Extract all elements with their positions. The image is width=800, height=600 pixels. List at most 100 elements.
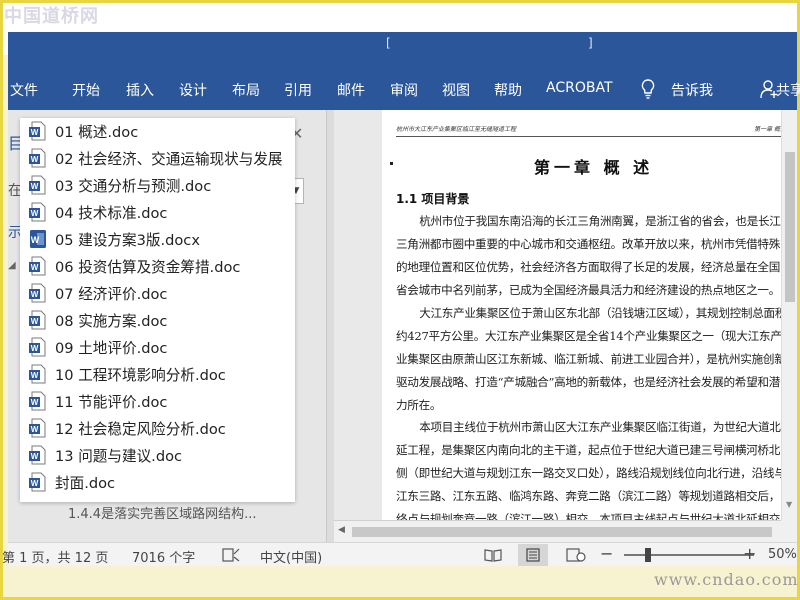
file-name: 08 实施方案.doc (55, 313, 168, 330)
running-header-right: 第一章 概述 (754, 126, 781, 133)
svg-text:W: W (31, 290, 39, 299)
word-doc-icon: W (29, 148, 46, 168)
proofing-icon[interactable] (222, 548, 240, 562)
file-name: 03 交通分析与预测.doc (55, 178, 212, 195)
file-name: 10 工程环境影响分析.doc (55, 367, 226, 384)
read-mode-icon[interactable] (484, 548, 502, 562)
zoom-in-button[interactable]: + (743, 544, 756, 563)
scroll-down-icon[interactable]: ▼ (786, 500, 792, 509)
file-name: 06 投资估算及资金筹措.doc (55, 259, 241, 276)
running-header: 杭州市大江东产业集聚区临江至无缝隧道工程 第一章 概述 (396, 124, 781, 137)
list-item[interactable]: W 01 概述.doc (20, 118, 295, 145)
list-item[interactable]: W 06 投资估算及资金筹措.doc (20, 253, 295, 280)
svg-text:W: W (31, 425, 39, 434)
running-header-left: 杭州市大江东产业集聚区临江至无缝隧道工程 (396, 126, 517, 133)
word-doc-icon: W (29, 175, 46, 195)
svg-text:W: W (31, 398, 39, 407)
lightbulb-icon[interactable] (640, 78, 656, 100)
tab-references[interactable]: 引用 (284, 80, 312, 100)
list-item[interactable]: W 10 工程环境影响分析.doc (20, 361, 295, 388)
word-doc-icon: W (29, 121, 46, 141)
svg-text:W: W (31, 263, 39, 272)
horizontal-scroll-thumb[interactable] (352, 527, 772, 537)
list-item[interactable]: W 04 技术标准.doc (20, 199, 295, 226)
file-name: 05 建设方案3版.docx (55, 232, 200, 249)
zoom-level[interactable]: 50% (768, 547, 797, 562)
list-item[interactable]: W 03 交通分析与预测.doc (20, 172, 295, 199)
title-bar: [ ] (8, 32, 797, 55)
svg-text:W: W (31, 182, 39, 191)
file-name: 13 问题与建议.doc (55, 448, 183, 465)
tab-acrobat[interactable]: ACROBAT (546, 80, 613, 96)
svg-text:W: W (31, 452, 39, 461)
tab-design[interactable]: 设计 (179, 80, 207, 100)
tell-me-search[interactable]: 告诉我 (671, 80, 713, 100)
chapter-title: 第一章 概 述 (534, 158, 654, 177)
list-item[interactable]: W 07 经济评价.doc (20, 280, 295, 307)
svg-text:W: W (31, 344, 39, 353)
tab-file[interactable]: 文件 (10, 80, 38, 100)
paragraph-mark (390, 162, 393, 165)
brand-watermark: 中国道桥网 (4, 6, 99, 27)
word-doc-icon: W (29, 202, 46, 222)
body-paragraph-2: 大江东产业集聚区位于萧山区东北部（沿钱塘江区域），其规划控制总面积约427平方公… (396, 306, 781, 412)
language-indicator[interactable]: 中文(中国) (260, 547, 322, 566)
web-layout-icon[interactable] (566, 548, 586, 562)
list-item[interactable]: W 封面.doc (20, 469, 295, 496)
file-name: 12 社会稳定风险分析.doc (55, 421, 226, 438)
file-name: 07 经济评价.doc (55, 286, 168, 303)
tab-view[interactable]: 视图 (442, 80, 470, 100)
svg-text:W: W (31, 155, 39, 164)
horizontal-scrollbar[interactable]: ◀ (334, 520, 781, 542)
file-name: 04 技术标准.doc (55, 205, 168, 222)
list-item[interactable]: W 02 社会经济、交通运输现状与发展 (20, 145, 295, 172)
word-doc-icon: W (29, 391, 46, 411)
word-doc-icon: W (29, 256, 46, 276)
vertical-scroll-thumb[interactable] (785, 152, 795, 302)
word-doc-icon: W (29, 283, 46, 303)
file-name: 01 概述.doc (55, 124, 139, 141)
zoom-out-button[interactable]: − (600, 544, 613, 563)
svg-text:W: W (31, 317, 39, 326)
list-item[interactable]: W 08 实施方案.doc (20, 307, 295, 334)
page-counter[interactable]: 第 1 页，共 12 页 (2, 547, 108, 566)
ribbon: 文件 开始 插入 设计 布局 引用 邮件 审阅 视图 帮助 ACROBAT 告诉… (8, 55, 800, 110)
svg-text:W: W (31, 371, 39, 380)
zoom-slider-track[interactable] (624, 554, 754, 556)
tab-insert[interactable]: 插入 (126, 80, 154, 100)
svg-text:W: W (31, 235, 40, 245)
document-page[interactable]: 杭州市大江东产业集聚区临江至无缝隧道工程 第一章 概述 第一章 概 述 1.1 … (382, 110, 781, 520)
tab-help[interactable]: 帮助 (494, 80, 522, 100)
tab-layout[interactable]: 布局 (232, 80, 260, 100)
word-doc-icon: W (29, 418, 46, 438)
collapse-triangle-icon[interactable]: ◢ (8, 260, 16, 271)
list-item[interactable]: W 13 问题与建议.doc (20, 442, 295, 469)
word-count[interactable]: 7016 个字 (132, 547, 195, 566)
svg-text:W: W (31, 128, 39, 137)
document-canvas: 杭州市大江东产业集聚区临江至无缝隧道工程 第一章 概述 第一章 概 述 1.1 … (334, 110, 781, 520)
word-doc-icon: W (29, 445, 46, 465)
pane-splitter[interactable] (326, 110, 334, 542)
nav-heading-item[interactable]: 1.4.4是落实完善区域路网结构... (68, 503, 256, 522)
body-paragraph-1: 杭州市位于我国东南沿海的长江三角洲南翼，是浙江省的省会，也是长江三角洲都市圈中重… (396, 214, 781, 297)
tab-mailings[interactable]: 邮件 (337, 80, 365, 100)
body-paragraph-3: 本项目主线位于杭州市萧山区大江东产业集聚区临江街道，为世纪大道北延工程，是集聚区… (396, 420, 781, 520)
list-item[interactable]: W 12 社会稳定风险分析.doc (20, 415, 295, 442)
list-item[interactable]: W 05 建设方案3版.docx (20, 226, 295, 253)
zoom-slider-thumb[interactable] (645, 548, 651, 562)
vertical-scrollbar[interactable]: ▼ (781, 110, 797, 520)
scroll-left-icon[interactable]: ◀ (338, 525, 345, 535)
section-heading: 1.1 项目背景 (396, 192, 470, 206)
word-doc-icon: W (29, 364, 46, 384)
list-item[interactable]: W 11 节能评价.doc (20, 388, 295, 415)
word-doc-icon: W (29, 472, 46, 492)
share-button[interactable]: 共享 (776, 80, 800, 100)
title-fragment-right: ] (588, 36, 593, 50)
file-name: 02 社会经济、交通运输现状与发展 (55, 151, 283, 168)
print-layout-icon[interactable] (524, 548, 542, 562)
tab-home[interactable]: 开始 (72, 80, 100, 100)
list-item[interactable]: W 09 土地评价.doc (20, 334, 295, 361)
file-name: 09 土地评价.doc (55, 340, 168, 357)
tab-review[interactable]: 审阅 (390, 80, 418, 100)
word-doc-icon: W (29, 310, 46, 330)
